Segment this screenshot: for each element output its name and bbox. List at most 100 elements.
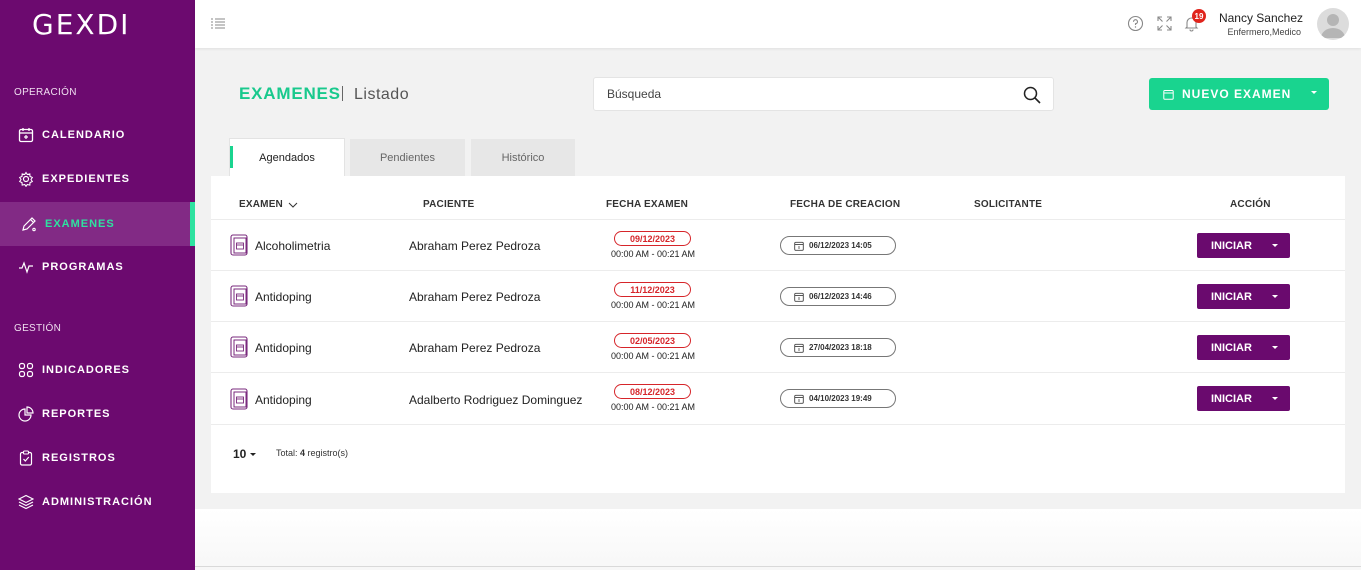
search-box [593,77,1054,111]
sidebar-item-programas[interactable]: PROGRAMAS [0,245,195,289]
created-date: 06/12/2023 14:05 [809,241,872,250]
exam-time: 00:00 AM - 00:21 AM [610,351,696,361]
column-header-examen[interactable]: EXAMEN [239,199,298,210]
exam-date-badge: 02/05/2023 [614,333,691,348]
page-size-value: 10 [233,447,247,461]
iniciar-label: INICIAR [1211,392,1252,405]
search-icon[interactable] [1022,85,1042,105]
notification-badge: 19 [1192,9,1206,23]
chevron-down-icon[interactable] [1260,335,1290,360]
exam-name: Antidoping [255,290,312,304]
sidebar-item-label: REPORTES [42,408,111,420]
exam-date-badge: 11/12/2023 [614,282,691,297]
chevron-down-icon[interactable] [1260,233,1290,258]
sidebar-item-reportes[interactable]: REPORTES [0,392,195,436]
exam-time: 00:00 AM - 00:21 AM [610,402,696,412]
fullscreen-icon[interactable] [1156,15,1173,32]
iniciar-button[interactable]: INICIAR [1197,284,1290,309]
iniciar-button[interactable]: INICIAR [1197,335,1290,360]
chevron-down-icon[interactable] [1260,284,1290,309]
new-exam-label: NUEVO EXAMEN [1182,87,1292,101]
iniciar-label: INICIAR [1211,290,1252,303]
footer-area [195,509,1361,570]
exam-date-badge: 09/12/2023 [614,231,691,246]
patient-name: Adalberto Rodriguez Dominguez [409,393,583,407]
menu-toggle-icon[interactable] [210,17,226,31]
divider [211,424,1345,425]
divider [195,566,1361,567]
exam-document-icon [230,388,249,410]
sidebar-item-label: EXAMENES [45,218,115,230]
column-header-label: EXAMEN [239,199,283,210]
user-name[interactable]: Nancy Sanchez [1219,11,1303,25]
calendar-icon [794,292,804,302]
pencil-icon [20,216,37,233]
sidebar-item-examenes[interactable]: EXAMENES [0,202,195,246]
sidebar-item-label: ADMINISTRACIÓN [42,496,153,508]
calendar-icon [794,394,804,404]
exams-table-card [211,176,1345,493]
exam-name: Antidoping [255,341,312,355]
sidebar-item-expedientes[interactable]: EXPEDIENTES [0,157,195,201]
help-icon[interactable] [1127,15,1144,32]
app-logo[interactable]: GEXDI [0,0,195,48]
sidebar-item-calendario[interactable]: CALENDARIO [0,113,195,157]
clipboard-icon [17,450,34,467]
section-label-operacion: OPERACIÓN [14,87,77,98]
tab-historico[interactable]: Histórico [471,139,575,176]
chevron-down-icon[interactable] [1311,91,1317,94]
patient-name: Abraham Perez Pedroza [409,239,541,253]
sidebar-item-label: PROGRAMAS [42,261,124,273]
tab-pendientes[interactable]: Pendientes [350,139,465,176]
new-exam-button[interactable]: NUEVO EXAMEN [1149,78,1329,110]
pie-icon [17,406,34,423]
calendar-icon [17,127,34,144]
total-records: Total: 4 registro(s) [276,448,348,458]
created-date: 04/10/2023 19:49 [809,394,872,403]
avatar[interactable] [1317,8,1349,40]
topbar: 19 Nancy Sanchez Enfermero,Medico [195,0,1361,48]
exam-time: 00:00 AM - 00:21 AM [610,300,696,310]
column-header-accion: ACCIÓN [1230,199,1271,210]
iniciar-label: INICIAR [1211,239,1252,252]
iniciar-button[interactable]: INICIAR [1197,233,1290,258]
user-role: Enfermero,Medico [1227,27,1301,37]
sidebar-item-administracion[interactable]: ADMINISTRACIÓN [0,480,195,524]
exam-document-icon [230,234,249,256]
iniciar-button[interactable]: INICIAR [1197,386,1290,411]
column-header-paciente: PACIENTE [423,199,475,210]
created-date-badge: 04/10/2023 19:49 [780,389,896,408]
sidebar-item-label: REGISTROS [42,452,116,464]
created-date: 27/04/2023 18:18 [809,343,872,352]
chevron-down-icon [250,452,257,456]
divider [211,372,1345,373]
exam-name: Alcoholimetria [255,239,331,253]
tab-agendados[interactable]: Agendados [229,138,345,176]
chevron-down-icon [288,202,298,208]
sidebar-item-indicadores[interactable]: INDICADORES [0,348,195,392]
grid-icon [17,362,34,379]
sidebar-item-label: EXPEDIENTES [42,173,131,185]
exam-document-icon [230,285,249,307]
sidebar-item-label: CALENDARIO [42,129,126,141]
total-prefix: Total: [276,448,301,458]
divider [211,219,1345,220]
chevron-down-icon[interactable] [1260,386,1290,411]
divider [211,270,1345,271]
page-title: EXAMENES [239,84,341,103]
sidebar: GEXDI OPERACIÓN CALENDARIO EXPEDIENTES E… [0,0,195,570]
divider [211,321,1345,322]
column-header-solicitante: SOLICITANTE [974,199,1043,210]
page-subtitle: Listado [354,86,410,103]
iniciar-label: INICIAR [1211,341,1252,354]
sidebar-item-registros[interactable]: REGISTROS [0,436,195,480]
page-size-select[interactable]: 10 [233,447,257,461]
column-header-fecha-examen: FECHA EXAMEN [606,199,689,210]
patient-name: Abraham Perez Pedroza [409,341,541,355]
title-separator [342,86,343,101]
created-date: 06/12/2023 14:46 [809,292,872,301]
layers-icon [17,494,34,511]
patient-name: Abraham Perez Pedroza [409,290,541,304]
exam-date-badge: 08/12/2023 [614,384,691,399]
search-input[interactable] [594,78,994,110]
